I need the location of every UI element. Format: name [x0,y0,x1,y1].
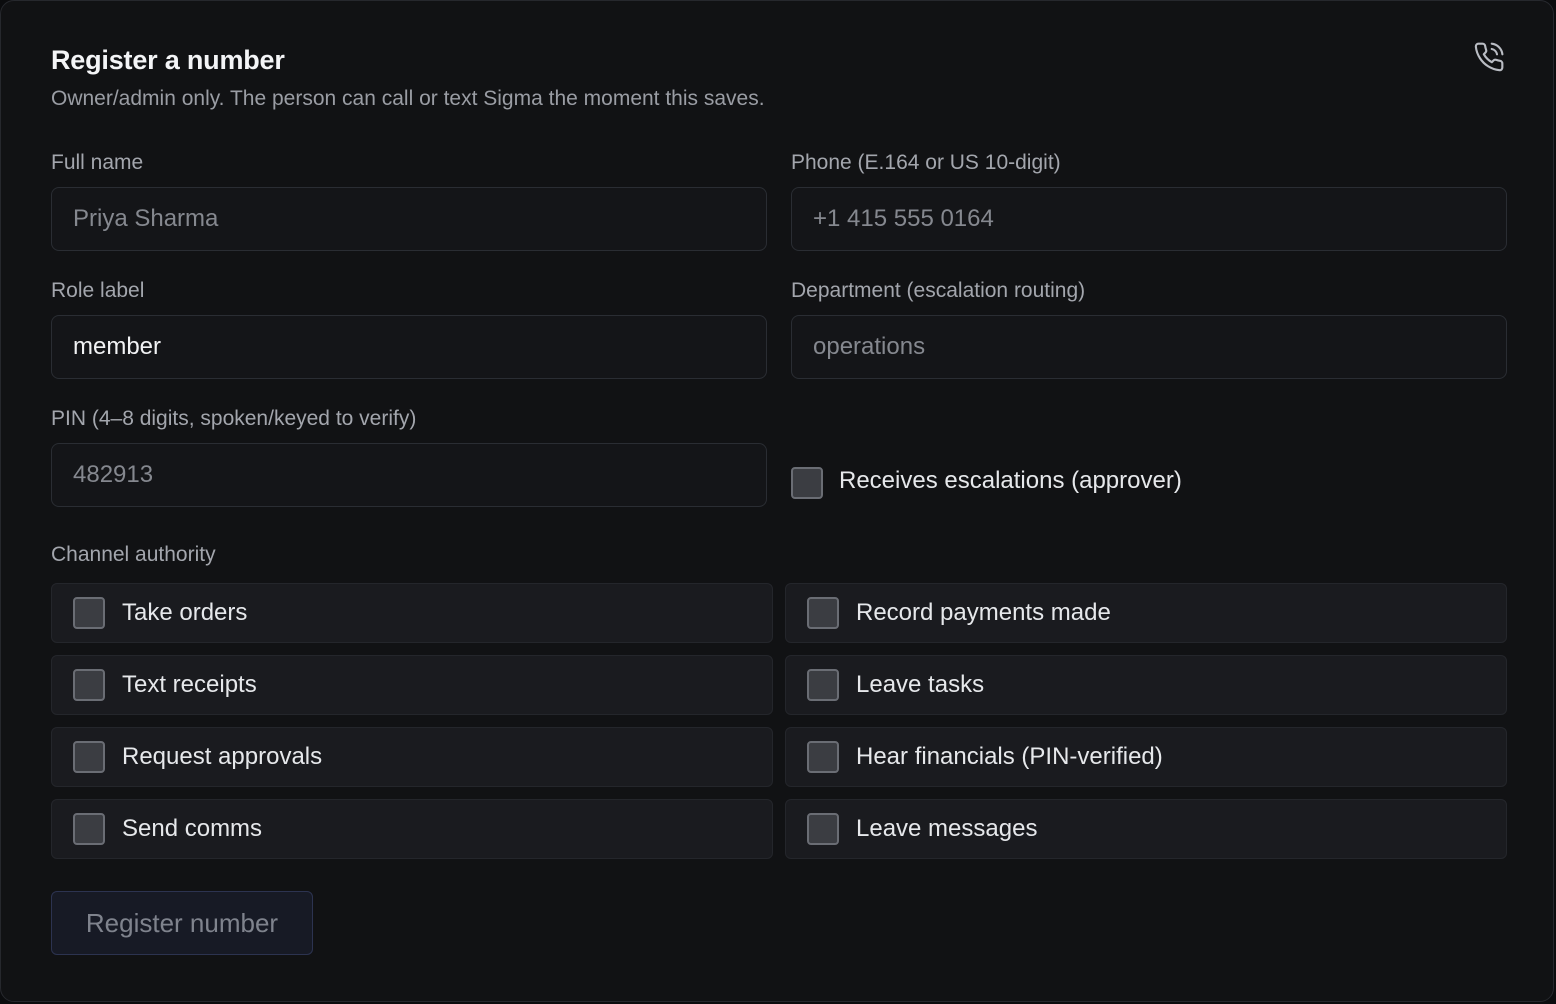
role-label: Role label [51,279,145,302]
full-name-input[interactable] [51,187,767,251]
escalations-checkbox[interactable] [791,467,823,499]
authority-leave-messages[interactable]: Leave messages [785,799,1507,859]
authority-checkbox[interactable] [807,669,839,701]
authority-label: Record payments made [856,599,1111,626]
pin-input[interactable] [51,443,767,507]
authority-checkbox[interactable] [73,813,105,845]
authority-label: Leave tasks [856,671,985,698]
register-number-button[interactable]: Register number [51,891,313,955]
authority-text-receipts[interactable]: Text receipts [51,655,773,715]
page-title: Register a number [51,45,285,75]
full-name-label: Full name [51,151,144,174]
authority-checkbox[interactable] [807,741,839,773]
pin-label: PIN (4–8 digits, spoken/keyed to verify) [51,407,417,430]
authority-record-payments[interactable]: Record payments made [785,583,1507,643]
authority-checkbox[interactable] [73,597,105,629]
authority-checkbox[interactable] [807,597,839,629]
phone-label: Phone (E.164 or US 10-digit) [791,151,1061,174]
phone-call-icon [1474,42,1504,72]
authority-checkbox[interactable] [73,741,105,773]
channel-authority-label: Channel authority [51,543,216,566]
department-label: Department (escalation routing) [791,279,1086,302]
authority-checkbox[interactable] [807,813,839,845]
authority-label: Leave messages [856,815,1038,842]
authority-send-comms[interactable]: Send comms [51,799,773,859]
authority-checkbox[interactable] [73,669,105,701]
authority-label: Send comms [122,815,263,842]
phone-input[interactable] [791,187,1507,251]
department-input[interactable] [791,315,1507,379]
authority-leave-tasks[interactable]: Leave tasks [785,655,1507,715]
authority-label: Take orders [122,599,248,626]
authority-label: Text receipts [122,671,257,698]
authority-label: Request approvals [122,743,323,770]
register-number-card: Register a number Owner/admin only. The … [0,0,1554,1002]
authority-take-orders[interactable]: Take orders [51,583,773,643]
page-subtitle: Owner/admin only. The person can call or… [51,87,765,110]
escalations-label: Receives escalations (approver) [839,467,1182,494]
role-input[interactable] [51,315,767,379]
authority-label: Hear financials (PIN-verified) [856,743,1163,770]
authority-hear-financials[interactable]: Hear financials (PIN-verified) [785,727,1507,787]
authority-request-approvals[interactable]: Request approvals [51,727,773,787]
